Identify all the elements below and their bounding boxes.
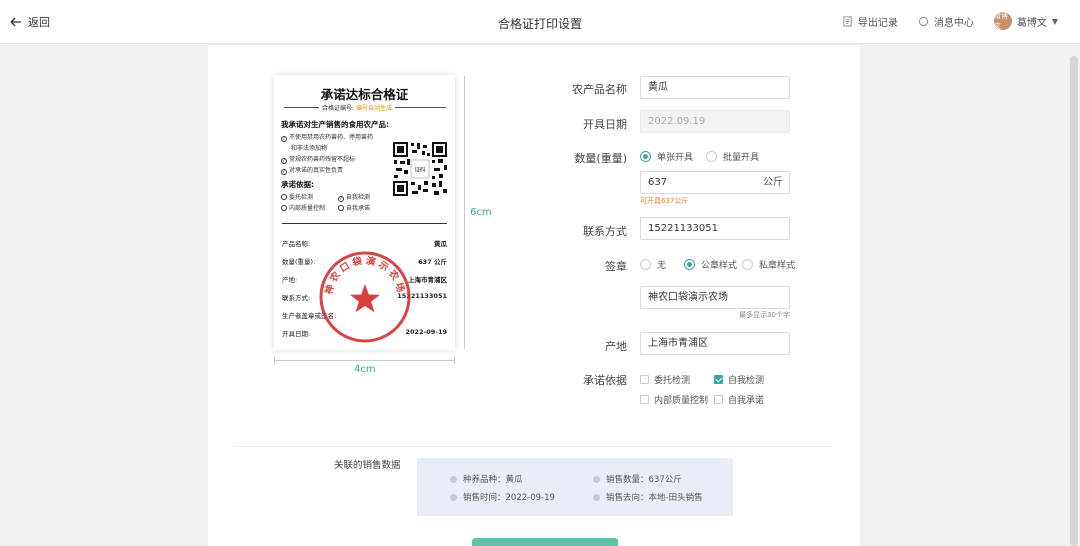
scale-icon bbox=[593, 475, 600, 483]
seal-text-input[interactable]: 神农口袋演示农场 bbox=[640, 286, 790, 309]
checkbox-checked-icon bbox=[714, 375, 723, 384]
sales-quantity: 销售数量：637公斤 bbox=[593, 473, 682, 485]
red-seal-stamp: 神农口袋演示农场 bbox=[319, 251, 411, 343]
document-icon bbox=[843, 15, 852, 27]
radio-seal-private[interactable]: 私章样式 bbox=[742, 258, 795, 271]
certificate-preview: 承诺达标合格证 合格证编号: 编号自动生成 我承诺对生产销售的食用农产品: ✓ 不… bbox=[274, 75, 455, 350]
checkbox-internal[interactable]: 内部质量控制 bbox=[640, 393, 708, 406]
cert-basis-1: 委托检测 bbox=[281, 192, 313, 201]
cert-basis-3: 内部质量控制 bbox=[281, 203, 325, 212]
checkbox-icon bbox=[714, 395, 723, 404]
svg-text:证码: 证码 bbox=[414, 166, 426, 174]
message-center-link[interactable]: 消息中心 bbox=[918, 14, 974, 29]
qty-unit: 公斤 bbox=[763, 177, 783, 188]
check-icon: ✓ bbox=[338, 196, 344, 202]
user-menu[interactable]: 增博文 葛博文 ▼ bbox=[993, 12, 1058, 30]
checkbox-icon bbox=[640, 375, 649, 384]
radio-single[interactable]: 单张开具 bbox=[640, 150, 693, 163]
message-label: 消息中心 bbox=[933, 17, 974, 29]
seal-label: 签章 bbox=[605, 260, 627, 273]
page-scrollbar[interactable] bbox=[1070, 56, 1078, 546]
cert-promise-2: ✓ 常规农药兽药残留不超标 bbox=[281, 156, 356, 164]
leaf-icon bbox=[450, 475, 457, 483]
checkbox-entrusted[interactable]: 委托检测 bbox=[640, 373, 690, 386]
width-dimension: 4cm bbox=[354, 364, 376, 375]
cert-number: 合格证编号: 编号自动生成 bbox=[319, 103, 395, 112]
width-dimension-line bbox=[274, 360, 455, 361]
cert-basis-2: ✓ 自我检测 bbox=[338, 194, 371, 202]
checkbox-self-test[interactable]: 自我检测 bbox=[714, 373, 764, 386]
check-icon: ✓ bbox=[281, 136, 287, 142]
cert-basis-title: 承诺依据: bbox=[281, 180, 314, 189]
radio-icon bbox=[742, 259, 753, 270]
location-icon bbox=[593, 493, 600, 501]
cert-promise-3: ✓ 对承诺的真实性负责 bbox=[281, 167, 344, 175]
radio-batch[interactable]: 批量开具 bbox=[706, 150, 759, 163]
cert-basis-4: 自我承诺 bbox=[338, 203, 370, 212]
qty-input[interactable]: 637 公斤 bbox=[640, 171, 790, 194]
check-icon: ✓ bbox=[281, 169, 287, 175]
cert-separator bbox=[282, 223, 447, 224]
seal-hint: 最多显示30个字 bbox=[739, 311, 790, 319]
height-dimension: 6cm bbox=[470, 207, 492, 218]
chevron-down-icon: ▼ bbox=[1051, 16, 1058, 26]
calendar-icon bbox=[450, 493, 457, 501]
product-input[interactable]: 黄瓜 bbox=[640, 76, 790, 99]
sales-variety: 种养品种：黄瓜 bbox=[450, 473, 523, 485]
radio-icon bbox=[706, 151, 717, 162]
user-name: 葛博文 bbox=[1016, 17, 1047, 29]
qty-label: 数量(重量) bbox=[574, 152, 627, 165]
cert-promise-title: 我承诺对生产销售的食用农产品: bbox=[281, 120, 389, 129]
contact-input[interactable]: 15221133051 bbox=[640, 217, 790, 240]
basis-label: 承诺依据 bbox=[583, 374, 627, 387]
avatar: 增博文 bbox=[993, 12, 1012, 30]
sales-data-label: 关联的销售数据 bbox=[334, 460, 401, 471]
cert-title: 承诺达标合格证 bbox=[320, 87, 409, 102]
checkbox-icon bbox=[640, 395, 649, 404]
print-submit-button[interactable] bbox=[472, 538, 618, 546]
origin-label: 产地 bbox=[605, 340, 627, 353]
sales-destination: 销售去向：本地-田头销售 bbox=[593, 491, 703, 503]
radio-seal-public[interactable]: 公章样式 bbox=[684, 258, 737, 271]
radio-seal-none[interactable]: 无 bbox=[640, 258, 666, 271]
cert-promise-1b: 和非法添加物 bbox=[291, 145, 328, 152]
export-label: 导出记录 bbox=[857, 17, 898, 29]
cert-row-product: 产品名称: 黄瓜 bbox=[282, 240, 447, 248]
origin-input[interactable]: 上海市青浦区 bbox=[640, 332, 790, 355]
section-divider bbox=[236, 446, 832, 447]
date-input: 2022.09.19 bbox=[640, 110, 790, 133]
check-icon: ✓ bbox=[281, 158, 287, 164]
height-dimension-line bbox=[464, 76, 465, 349]
radio-selected-icon bbox=[640, 151, 651, 162]
cert-promise-1: ✓ 不使用禁用农药兽药、停用兽药 bbox=[281, 134, 374, 142]
qr-code-icon: 证码 bbox=[392, 141, 448, 197]
top-bar: 返回 合格证打印设置 导出记录 消息中心 增博文 葛博文 ▼ bbox=[0, 0, 1080, 44]
checkbox-self-promise[interactable]: 自我承诺 bbox=[714, 393, 764, 406]
product-label: 农产品名称 bbox=[572, 83, 627, 96]
qty-hint: 可开具637公斤 bbox=[640, 197, 689, 205]
date-label: 开具日期 bbox=[583, 118, 627, 131]
radio-selected-icon bbox=[684, 259, 695, 270]
contact-label: 联系方式 bbox=[583, 225, 627, 238]
radio-icon bbox=[640, 259, 651, 270]
message-icon bbox=[918, 16, 928, 26]
sales-data-box: 种养品种：黄瓜 销售数量：637公斤 销售时间：2022-09-19 销售去向：… bbox=[417, 458, 733, 516]
sales-time: 销售时间：2022-09-19 bbox=[450, 491, 555, 503]
export-records-link[interactable]: 导出记录 bbox=[842, 14, 898, 29]
